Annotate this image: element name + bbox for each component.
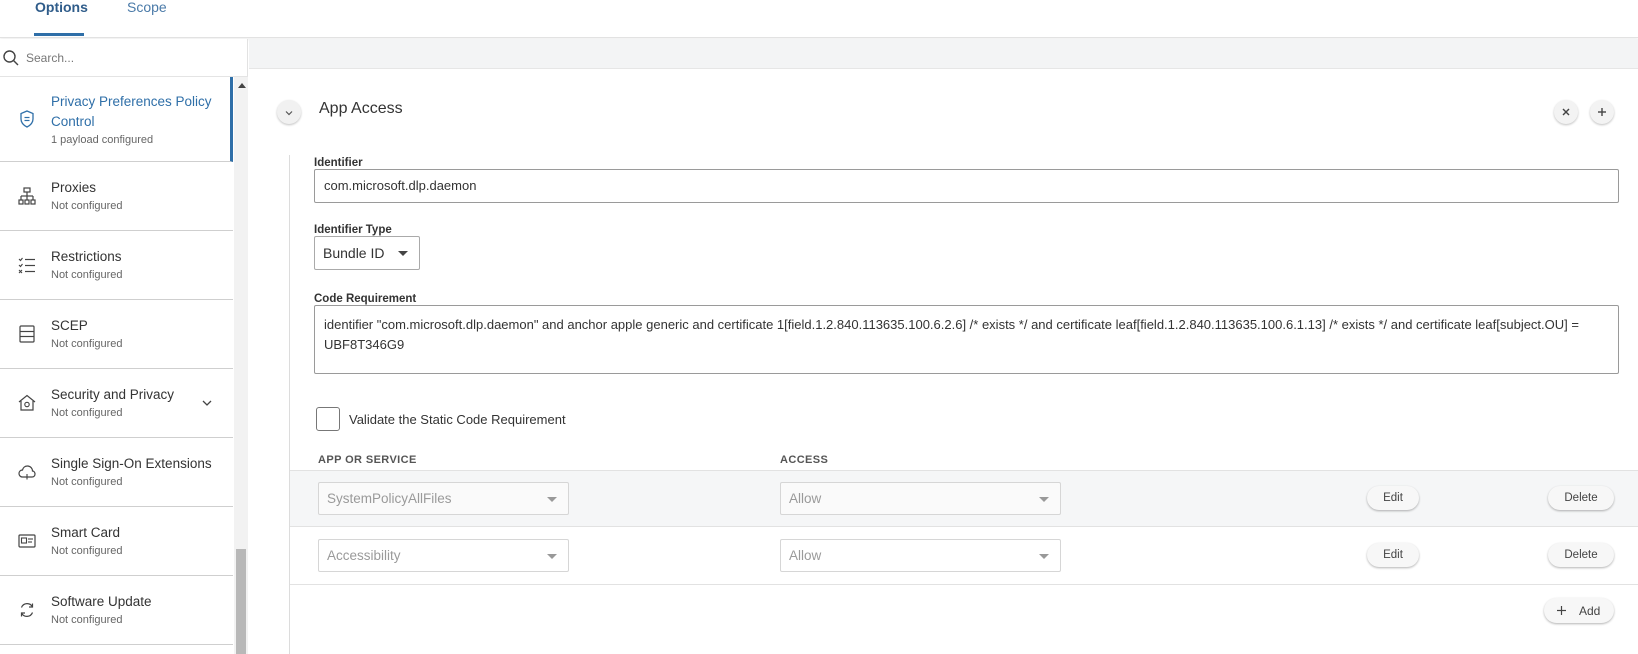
checklist-icon bbox=[18, 257, 35, 274]
tab-options[interactable]: Options bbox=[35, 0, 88, 14]
service-select[interactable]: SystemPolicyAllFiles bbox=[318, 482, 569, 515]
sidebar-item-security-and-privacy[interactable]: Security and Privacy Not configured bbox=[0, 369, 233, 438]
payload-sidebar: Privacy Preferences Policy Control 1 pay… bbox=[0, 39, 248, 654]
access-value: Allow bbox=[789, 548, 822, 563]
sidebar-item-scep[interactable]: SCEP Not configured bbox=[0, 300, 233, 369]
delete-button[interactable]: Delete bbox=[1548, 486, 1614, 510]
scrollbar-thumb[interactable] bbox=[236, 549, 246, 654]
payload-editor: App Access Identifier com.microsoft.dlp.… bbox=[249, 39, 1638, 654]
access-select[interactable]: Allow bbox=[780, 539, 1061, 572]
add-row-label: Add bbox=[1579, 604, 1601, 618]
sidebar-item-proxies[interactable]: Proxies Not configured bbox=[0, 162, 233, 231]
dropdown-caret-icon bbox=[1039, 554, 1049, 559]
table-row: SystemPolicyAllFiles Allow Edit Delete bbox=[290, 470, 1638, 527]
add-row-button[interactable]: Add bbox=[1544, 598, 1614, 623]
table-row: Accessibility Allow Edit Delete bbox=[290, 528, 1638, 585]
dropdown-caret-icon bbox=[1039, 497, 1049, 502]
dropdown-caret-icon bbox=[398, 251, 408, 256]
identifier-type-value: Bundle ID bbox=[323, 245, 385, 261]
sidebar-item-title: Restrictions bbox=[51, 249, 122, 264]
sidebar-item-title: Proxies bbox=[51, 180, 97, 195]
sidebar-item-title: Smart Card bbox=[51, 525, 121, 540]
sidebar-item-status: Not configured bbox=[51, 407, 123, 419]
plus-icon bbox=[1557, 606, 1566, 615]
search-input[interactable] bbox=[26, 48, 236, 68]
remove-payload-button[interactable] bbox=[1554, 100, 1578, 124]
service-value: SystemPolicyAllFiles bbox=[327, 491, 452, 506]
dropdown-caret-icon bbox=[547, 554, 557, 559]
cloud-icon bbox=[18, 465, 36, 480]
scroll-up-arrow-icon[interactable] bbox=[238, 83, 246, 88]
shield-icon bbox=[20, 110, 34, 128]
active-tab-indicator bbox=[34, 33, 84, 36]
sidebar-item-single-sign-on-extensions[interactable]: Single Sign-On Extensions Not configured bbox=[0, 438, 233, 507]
add-payload-button[interactable] bbox=[1590, 100, 1614, 124]
collapse-section-button[interactable] bbox=[277, 100, 301, 124]
sidebar-item-title: Software Update bbox=[51, 594, 152, 609]
sync-icon bbox=[20, 603, 34, 617]
sidebar-item-status: Not configured bbox=[51, 614, 123, 626]
identifier-input[interactable]: com.microsoft.dlp.daemon bbox=[314, 169, 1619, 203]
code-requirement-label: Code Requirement bbox=[314, 293, 417, 305]
sidebar-item-status: Not configured bbox=[51, 476, 123, 488]
app-access-form: Identifier com.microsoft.dlp.daemon Iden… bbox=[289, 155, 1638, 654]
validate-static-code-label: Validate the Static Code Requirement bbox=[349, 412, 566, 427]
validate-static-code-checkbox[interactable] bbox=[316, 407, 340, 431]
access-select[interactable]: Allow bbox=[780, 482, 1061, 515]
chevron-down-icon bbox=[285, 111, 293, 116]
code-requirement-textarea[interactable]: identifier "com.microsoft.dlp.daemon" an… bbox=[314, 305, 1619, 374]
sidebar-item-software-update[interactable]: Software Update Not configured bbox=[0, 576, 233, 645]
editor-header-bar bbox=[249, 39, 1638, 69]
access-value: Allow bbox=[789, 491, 822, 506]
sidebar-item-status: Not configured bbox=[51, 269, 123, 281]
card-icon bbox=[18, 534, 36, 548]
identifier-label: Identifier bbox=[314, 157, 363, 169]
edit-button[interactable]: Edit bbox=[1367, 486, 1419, 510]
sidebar-item-status: 1 payload configured bbox=[51, 134, 154, 146]
sidebar-search bbox=[0, 39, 248, 77]
plus-icon bbox=[1598, 108, 1606, 116]
chevron-down-icon[interactable] bbox=[201, 397, 213, 409]
tab-scope[interactable]: Scope bbox=[127, 0, 167, 14]
identifier-type-select[interactable]: Bundle ID bbox=[314, 236, 420, 270]
column-header-access: ACCESS bbox=[780, 454, 829, 466]
sidebar-item-smart-card[interactable]: Smart Card Not configured bbox=[0, 507, 233, 576]
section-title: App Access bbox=[319, 100, 403, 117]
column-header-app-or-service: APP OR SERVICE bbox=[318, 454, 417, 466]
dropdown-caret-icon bbox=[547, 497, 557, 502]
network-icon bbox=[18, 187, 36, 205]
payload-list: Privacy Preferences Policy Control 1 pay… bbox=[0, 77, 233, 654]
sidebar-item-title: Single Sign-On Extensions bbox=[51, 456, 212, 471]
identifier-type-label: Identifier Type bbox=[314, 224, 392, 236]
sidebar-item-status: Not configured bbox=[51, 200, 123, 212]
close-icon bbox=[1562, 108, 1570, 116]
house-icon bbox=[18, 394, 36, 411]
service-select[interactable]: Accessibility bbox=[318, 539, 569, 572]
service-value: Accessibility bbox=[327, 548, 401, 563]
sidebar-item-status: Not configured bbox=[51, 545, 123, 557]
delete-button[interactable]: Delete bbox=[1548, 543, 1614, 567]
server-icon bbox=[19, 325, 35, 343]
sidebar-item-title: SCEP bbox=[51, 318, 88, 333]
sidebar-item-title: Privacy Preferences Policy Control bbox=[51, 94, 212, 129]
sidebar-item-restrictions[interactable]: Restrictions Not configured bbox=[0, 231, 233, 300]
search-icon bbox=[3, 50, 19, 66]
top-tab-bar: Options Scope bbox=[0, 0, 1638, 38]
edit-button[interactable]: Edit bbox=[1367, 543, 1419, 567]
sidebar-item-title: Security and Privacy bbox=[51, 387, 175, 402]
sidebar-item-privacy-preferences[interactable]: Privacy Preferences Policy Control 1 pay… bbox=[0, 77, 233, 162]
sidebar-item-status: Not configured bbox=[51, 338, 123, 350]
